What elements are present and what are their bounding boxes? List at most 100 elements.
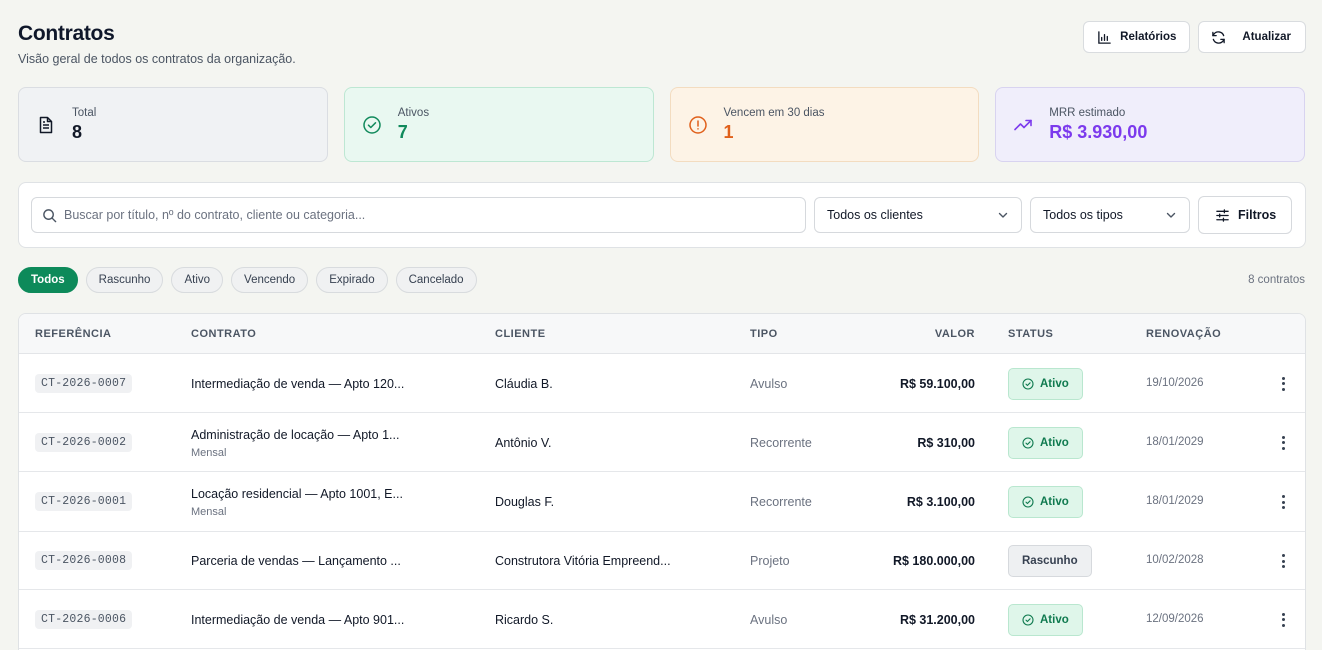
- check-circle-icon: [1022, 496, 1034, 508]
- status-label: Ativo: [1040, 496, 1069, 508]
- filters-label: Filtros: [1238, 208, 1277, 222]
- stat-card-mrr: MRR estimado R$ 3.930,00: [995, 87, 1305, 162]
- refresh-label: Atualizar: [1242, 31, 1291, 43]
- bar-chart-icon: [1098, 30, 1111, 44]
- stat-value: 8: [72, 121, 83, 142]
- check-circle-icon: [1022, 436, 1034, 449]
- row-actions-icon[interactable]: [1281, 554, 1285, 568]
- column-header-reference[interactable]: REFERÊNCIA: [35, 328, 112, 340]
- refresh-button[interactable]: Atualizar: [1198, 21, 1306, 53]
- contract-renewal-date: 18/01/2029: [1146, 495, 1204, 507]
- contract-title-cell[interactable]: Parceria de vendas — Lançamento ...: [191, 554, 401, 568]
- contracts-table: REFERÊNCIA CONTRATO CLIENTE TIPO VALOR S…: [18, 313, 1306, 650]
- contract-type: Recorrente: [750, 495, 812, 509]
- table-header: REFERÊNCIA CONTRATO CLIENTE TIPO VALOR S…: [19, 314, 1305, 354]
- contract-title: Intermediação de venda — Apto 120...: [191, 376, 405, 391]
- table-row[interactable]: CT-2026-0008 Parceria de vendas — Lançame…: [19, 532, 1305, 590]
- contract-client: Douglas F.: [495, 495, 555, 509]
- tab-todos[interactable]: Todos: [18, 267, 78, 293]
- contract-reference: CT-2026-0002: [35, 432, 133, 452]
- table-row[interactable]: CT-2026-0002 Administração de locação — A…: [19, 413, 1305, 472]
- contract-reference: CT-2026-0001: [35, 492, 133, 511]
- status-tabs: Todos Rascunho Ativo Vencendo Expirado C…: [18, 267, 477, 293]
- table-row[interactable]: CT-2026-0006 Intermediação de venda — Apt…: [19, 590, 1305, 649]
- contract-type: Projeto: [750, 554, 790, 568]
- contract-renewal-date: 10/02/2028: [1146, 554, 1204, 566]
- header-actions: Relatórios Atualizar: [1083, 21, 1306, 53]
- clients-select[interactable]: Todos os clientes: [814, 197, 1022, 233]
- alert-circle-icon: [688, 115, 707, 134]
- column-header-contract[interactable]: CONTRATO: [191, 328, 256, 340]
- table-row[interactable]: CT-2026-0007 Intermediação de venda — Apt…: [19, 354, 1305, 413]
- types-select-value: Todos os tipos: [1043, 208, 1123, 222]
- contract-reference: CT-2026-0007: [35, 373, 133, 393]
- refresh-icon: [1212, 30, 1226, 44]
- stats-row: Total 8 Ativos 7 Vencem em 30 dias 1 MRR…: [18, 87, 1305, 162]
- contract-title-cell[interactable]: Intermediação de venda — Apto 901...: [191, 613, 404, 627]
- contract-periodicity: Mensal: [191, 506, 227, 518]
- contract-client: Ricardo S.: [495, 612, 554, 627]
- contract-value: R$ 180.000,00: [892, 554, 975, 568]
- status-label: Ativo: [1040, 436, 1069, 449]
- row-actions-icon[interactable]: [1281, 495, 1285, 509]
- stat-card-expiring: Vencem em 30 dias 1: [669, 87, 980, 162]
- column-header-type[interactable]: TIPO: [750, 328, 778, 340]
- row-actions-icon[interactable]: [1281, 435, 1285, 450]
- stat-card-total: Total 8: [18, 87, 328, 162]
- contract-renewal-date: 18/01/2029: [1146, 435, 1204, 448]
- stat-value: 7: [397, 121, 408, 142]
- status-badge: Ativo: [1008, 367, 1083, 400]
- file-text-icon: [39, 116, 53, 133]
- row-actions-icon[interactable]: [1281, 376, 1285, 391]
- column-header-renewal[interactable]: RENOVAÇÃO: [1146, 328, 1221, 340]
- contract-client: Cláudia B.: [495, 376, 553, 391]
- contract-renewal-date: 19/10/2026: [1146, 376, 1204, 389]
- check-circle-icon: [1022, 377, 1034, 390]
- table-row[interactable]: CT-2026-0001 Locação residencial — Apto 1…: [19, 472, 1305, 532]
- filters-button[interactable]: Filtros: [1198, 196, 1292, 234]
- contract-title-cell[interactable]: Intermediação de venda — Apto 120...: [191, 377, 404, 391]
- tab-rascunho[interactable]: Rascunho: [85, 267, 164, 293]
- contract-value: R$ 310,00: [917, 435, 975, 450]
- status-badge: Ativo: [1008, 426, 1083, 459]
- contract-reference: CT-2026-0006: [35, 609, 133, 629]
- reports-button[interactable]: Relatórios: [1083, 21, 1191, 53]
- contract-client: Construtora Vitória Empreend...: [495, 554, 671, 568]
- contract-title-cell[interactable]: Locação residencial — Apto 1001, E... Men…: [191, 487, 403, 518]
- tab-expirado[interactable]: Expirado: [316, 267, 388, 293]
- search-box: [31, 197, 806, 233]
- status-badge: Ativo: [1008, 486, 1083, 518]
- filter-panel: Todos os clientes Todos os tipos Filtros: [18, 182, 1306, 248]
- stat-value: R$ 3.930,00: [1049, 121, 1148, 142]
- row-actions-icon[interactable]: [1281, 612, 1285, 627]
- status-label: Rascunho: [1022, 555, 1078, 567]
- contract-title-cell[interactable]: Administração de locação — Apto 1... Mens…: [191, 428, 399, 459]
- contract-value: R$ 31.200,00: [899, 612, 975, 627]
- contract-renewal-date: 12/09/2026: [1146, 612, 1204, 625]
- contract-title: Administração de locação — Apto 1...: [191, 427, 400, 442]
- chevron-down-icon: [998, 212, 1008, 218]
- check-circle-icon: [363, 115, 381, 134]
- contract-title: Locação residencial — Apto 1001, E...: [191, 487, 403, 501]
- stat-label: Vencem em 30 dias: [723, 106, 825, 119]
- types-select[interactable]: Todos os tipos: [1030, 197, 1190, 233]
- contract-title: Parceria de vendas — Lançamento ...: [191, 554, 401, 568]
- stat-label: Ativos: [397, 106, 430, 119]
- trending-up-icon: [1014, 119, 1033, 130]
- column-header-value[interactable]: VALOR: [935, 328, 975, 340]
- stat-label: MRR estimado: [1049, 106, 1126, 119]
- page-header: Contratos Visão geral de todos os contra…: [18, 22, 296, 66]
- column-header-client[interactable]: CLIENTE: [495, 328, 546, 340]
- search-input[interactable]: [64, 208, 764, 222]
- contract-value: R$ 3.100,00: [906, 495, 975, 509]
- status-badge: Rascunho: [1008, 545, 1092, 577]
- tab-cancelado[interactable]: Cancelado: [395, 267, 477, 293]
- column-header-status[interactable]: STATUS: [1008, 328, 1053, 340]
- contract-client: Antônio V.: [495, 435, 552, 450]
- contracts-count: 8 contratos: [1248, 274, 1305, 286]
- chevron-down-icon: [1166, 212, 1176, 218]
- contract-type: Avulso: [750, 612, 788, 627]
- stat-label: Total: [72, 106, 97, 119]
- tab-vencendo[interactable]: Vencendo: [231, 267, 309, 293]
- tab-ativo[interactable]: Ativo: [171, 267, 224, 293]
